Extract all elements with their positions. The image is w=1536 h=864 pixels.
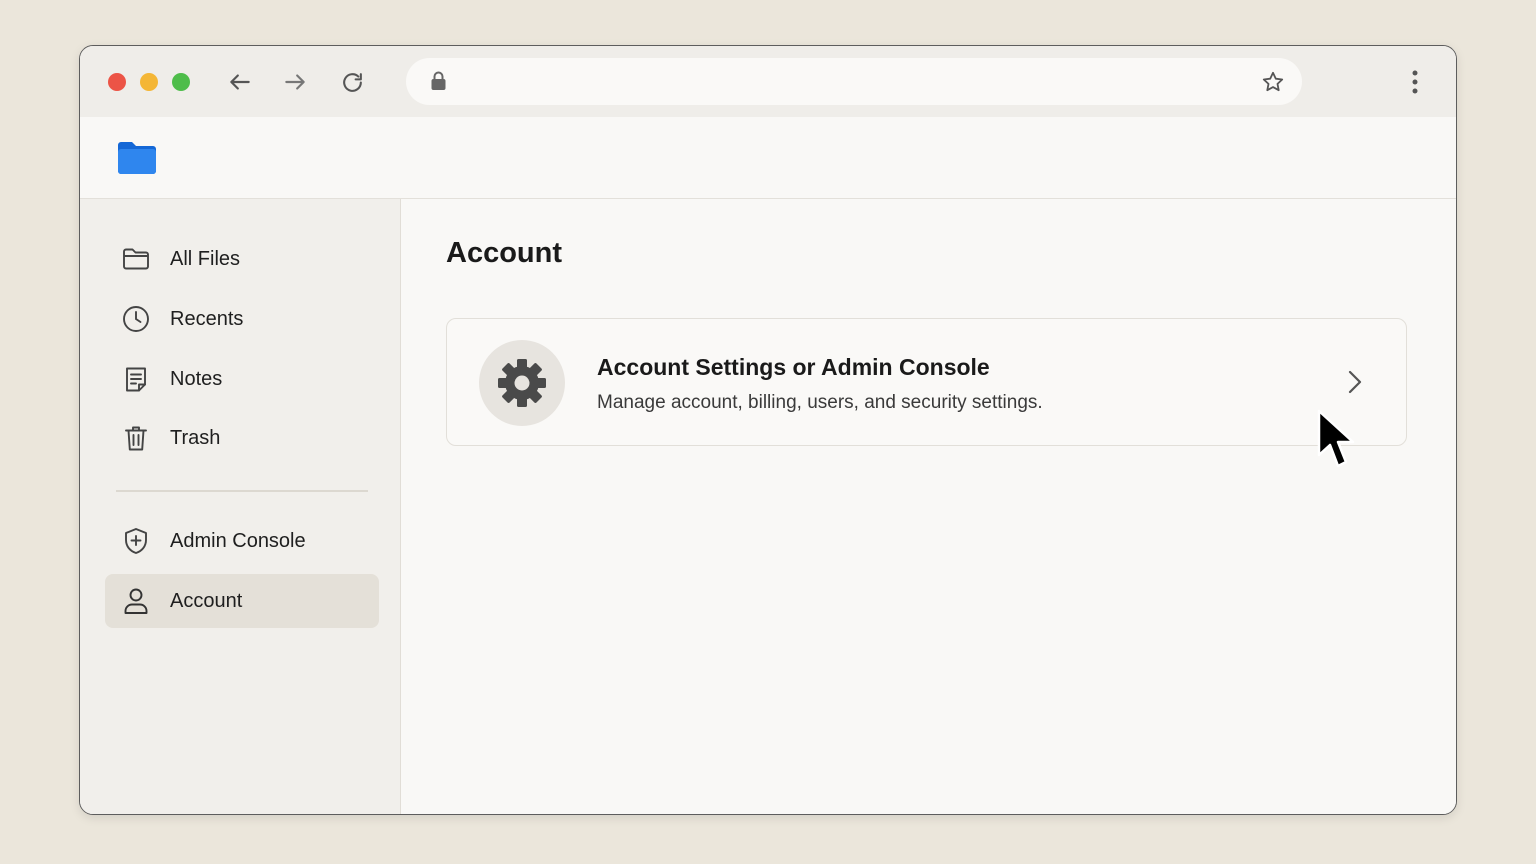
address-bar[interactable] — [406, 58, 1302, 105]
note-icon — [121, 364, 151, 394]
reload-icon — [342, 72, 362, 92]
sidebar-item-label: All Files — [170, 247, 241, 270]
sidebar-item-label: Trash — [170, 426, 221, 449]
sidebar: All Files Recents Notes Trash Admin Cons… — [80, 199, 401, 814]
arrow-right-icon — [285, 74, 305, 90]
clock-icon — [121, 304, 151, 334]
page-title: Account — [446, 237, 562, 269]
sidebar-item-admin-console[interactable]: Admin Console — [105, 514, 379, 568]
sidebar-item-account[interactable]: Account — [105, 574, 379, 628]
more-vert-icon — [1412, 70, 1418, 94]
card-description: Manage account, billing, users, and secu… — [597, 392, 1043, 413]
gear-icon-container — [479, 340, 565, 426]
browser-menu-button[interactable] — [1402, 68, 1428, 96]
browser-titlebar — [80, 46, 1456, 117]
minimize-window-button[interactable] — [140, 73, 158, 91]
main-content: Account Account Settings or Admin Consol… — [401, 199, 1456, 814]
folder-outline-icon — [121, 244, 151, 274]
sidebar-divider — [116, 490, 368, 492]
sidebar-item-label: Recents — [170, 307, 244, 330]
app-header — [80, 117, 1456, 199]
folder-icon[interactable] — [116, 140, 158, 176]
sidebar-item-label: Account — [170, 589, 243, 612]
star-icon[interactable] — [1260, 69, 1286, 95]
lock-icon — [428, 71, 448, 91]
sidebar-item-trash[interactable]: Trash — [105, 411, 379, 465]
trash-icon — [121, 423, 151, 453]
shield-icon — [121, 526, 151, 556]
sidebar-item-recents[interactable]: Recents — [105, 292, 379, 346]
sidebar-item-notes[interactable]: Notes — [105, 352, 379, 406]
chevron-right-icon — [1344, 369, 1366, 395]
sidebar-item-label: Notes — [170, 367, 223, 390]
maximize-window-button[interactable] — [172, 73, 190, 91]
close-window-button[interactable] — [108, 73, 126, 91]
url-input[interactable] — [462, 66, 1232, 97]
account-settings-card[interactable]: Account Settings or Admin Console Manage… — [446, 318, 1407, 446]
sidebar-item-all-files[interactable]: All Files — [105, 232, 379, 286]
arrow-left-icon — [230, 74, 250, 90]
back-button[interactable] — [226, 68, 254, 96]
sidebar-item-label: Admin Console — [170, 529, 306, 552]
browser-window: All Files Recents Notes Trash Admin Cons… — [79, 45, 1457, 815]
gear-icon — [498, 359, 546, 407]
forward-button[interactable] — [281, 68, 309, 96]
reload-button[interactable] — [338, 68, 366, 96]
user-icon — [121, 586, 151, 616]
card-title: Account Settings or Admin Console — [597, 354, 990, 380]
